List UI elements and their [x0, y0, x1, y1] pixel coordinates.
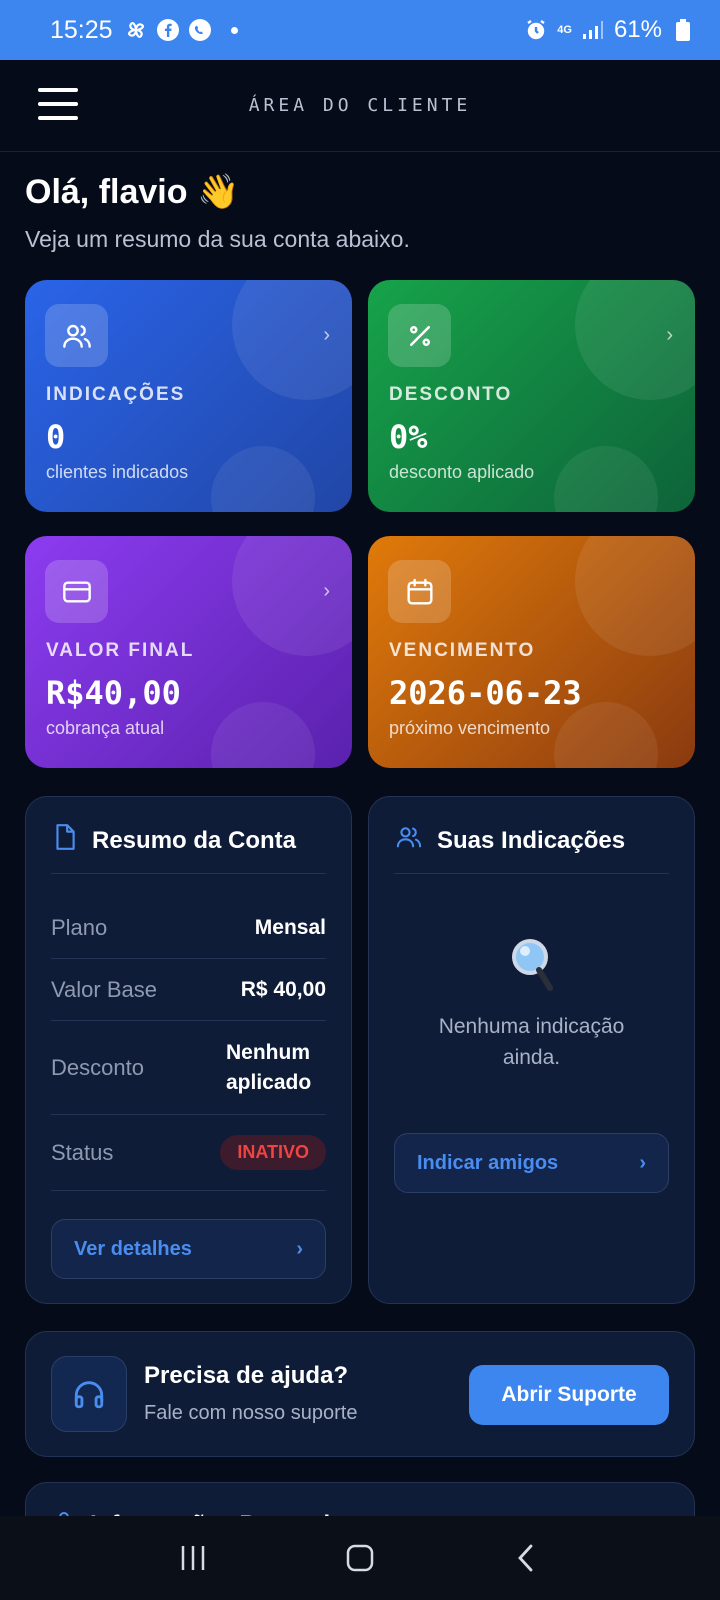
row-key: Status — [51, 1139, 114, 1165]
stat-caption: cobrança atual — [46, 718, 165, 738]
alarm-icon — [523, 17, 549, 43]
button-label: Ver detalhes — [74, 1237, 192, 1260]
row-value: Nenhum aplicado — [226, 1040, 312, 1094]
pinwheel-icon — [123, 17, 149, 43]
credit-card-icon — [45, 560, 108, 623]
row-value: R$ 40,00 — [240, 977, 326, 1001]
status-badge: INATIVO — [220, 1135, 326, 1170]
document-icon — [52, 823, 78, 858]
network-type: 4G — [557, 23, 572, 36]
stat-caption: desconto aplicado — [389, 462, 535, 482]
help-card: Precisa de ajuda? Fale com nosso suporte… — [25, 1331, 695, 1457]
recent-apps-button[interactable] — [163, 1528, 223, 1588]
chevron-right-icon: › — [639, 1151, 646, 1174]
stat-label: INDICAÇÕES — [46, 384, 186, 405]
viber-icon — [187, 17, 213, 43]
row-key: Valor Base — [51, 976, 157, 1002]
stat-caption: próximo vencimento — [389, 718, 551, 738]
calendar-icon — [388, 560, 451, 623]
referrals-title: Suas Indicações — [395, 823, 625, 858]
invite-friends-button[interactable]: Indicar amigos › — [394, 1133, 669, 1193]
users-icon — [45, 304, 108, 367]
stat-card-final-value[interactable]: › VALOR FINAL R$40,00 cobrança atual — [25, 536, 352, 768]
battery-percent: 61% — [613, 16, 662, 43]
chevron-right-icon: › — [296, 1237, 303, 1260]
notification-dot — [230, 26, 238, 34]
chevron-right-icon: › — [666, 324, 673, 346]
magnifier-icon — [369, 937, 694, 998]
menu-icon[interactable] — [38, 88, 78, 120]
summary-row-base-value: Valor Base R$ 40,00 — [51, 959, 326, 1021]
stat-card-due-date[interactable]: VENCIMENTO 2026-06-23 próximo vencimento — [368, 536, 695, 768]
stat-card-referrals[interactable]: › INDICAÇÕES 0 clientes indicados — [25, 280, 352, 512]
summary-title-text: Resumo da Conta — [92, 826, 297, 854]
home-button[interactable] — [330, 1528, 390, 1588]
percent-icon — [388, 304, 451, 367]
row-value: Mensal — [254, 915, 326, 939]
stat-value: 0% — [389, 418, 428, 456]
stat-value: R$40,00 — [46, 674, 181, 712]
greeting-subtitle: Veja um resumo da sua conta abaixo. — [25, 226, 410, 252]
summary-title: Resumo da Conta — [52, 823, 296, 858]
chevron-right-icon: › — [323, 580, 330, 602]
summary-row-plan: Plano Mensal — [51, 897, 326, 959]
account-summary-card: Resumo da Conta Plano Mensal Valor Base … — [25, 796, 352, 1304]
referrals-card: Suas Indicações Nenhuma indicação ainda.… — [368, 796, 695, 1304]
empty-state-text: Nenhuma indicação ainda. — [438, 1015, 625, 1069]
signal-icon — [580, 17, 606, 43]
row-key: Plano — [51, 914, 108, 940]
app-bar: ÁREA DO CLIENTE — [0, 60, 720, 152]
page-title: ÁREA DO CLIENTE — [248, 95, 472, 116]
view-details-button[interactable]: Ver detalhes › — [51, 1219, 326, 1279]
stat-value: 2026-06-23 — [389, 674, 582, 712]
open-support-button[interactable]: Abrir Suporte — [469, 1365, 669, 1425]
back-button[interactable] — [497, 1528, 557, 1588]
button-label: Indicar amigos — [417, 1151, 559, 1174]
status-bar: 15:25 4G 61% — [0, 0, 720, 60]
help-title: Precisa de ajuda? — [144, 1362, 349, 1389]
clock: 15:25 — [50, 15, 113, 44]
system-nav-bar — [0, 1516, 720, 1600]
stat-label: VENCIMENTO — [389, 640, 536, 661]
referrals-title-text: Suas Indicações — [437, 826, 626, 854]
users-icon — [395, 823, 423, 858]
stat-label: DESCONTO — [389, 384, 513, 405]
summary-row-status: Status INATIVO — [51, 1115, 326, 1191]
stat-caption: clientes indicados — [46, 462, 189, 482]
stat-value: 0 — [46, 418, 66, 456]
summary-row-discount: Desconto Nenhum aplicado — [51, 1021, 326, 1115]
stat-label: VALOR FINAL — [46, 640, 195, 661]
greeting-title: Olá, flavio 👋 — [25, 173, 240, 211]
headphones-icon — [51, 1356, 127, 1432]
facebook-icon — [155, 17, 181, 43]
chevron-right-icon: › — [323, 324, 330, 346]
row-key: Desconto — [51, 1054, 144, 1080]
battery-icon — [670, 17, 696, 43]
stat-card-discount[interactable]: › DESCONTO 0% desconto aplicado — [368, 280, 695, 512]
help-subtitle: Fale com nosso suporte — [144, 1402, 358, 1424]
